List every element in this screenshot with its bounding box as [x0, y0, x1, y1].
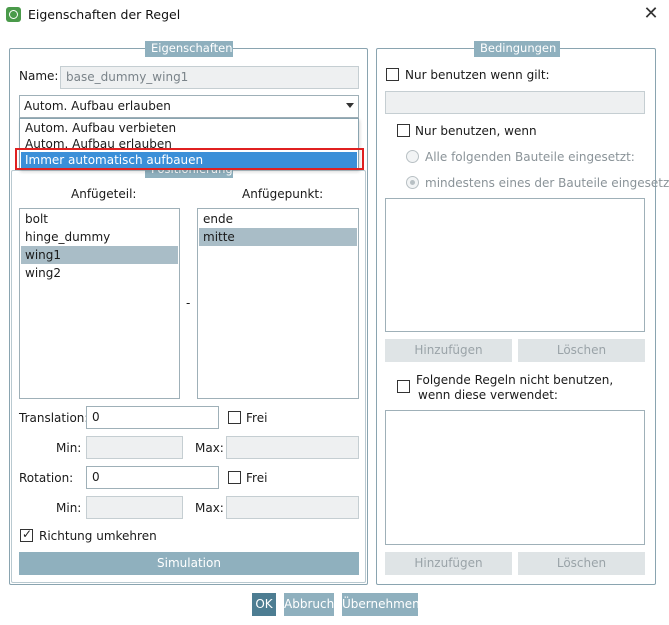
- nur-wenn-gilt-label: Nur benutzen wenn gilt:: [405, 68, 550, 82]
- rotation-min-label: Min:: [56, 501, 82, 515]
- folgende-regeln-line2: wenn diese verwendet:: [418, 388, 558, 402]
- name-label: Name:: [19, 69, 59, 83]
- richtung-checkbox[interactable]: [20, 527, 33, 542]
- mindestens-radio[interactable]: [406, 176, 419, 189]
- list-item[interactable]: mitte: [199, 228, 357, 246]
- list-item[interactable]: bolt: [21, 210, 178, 228]
- list-item[interactable]: hinge_dummy: [21, 228, 178, 246]
- condition-expression-input[interactable]: [385, 91, 645, 114]
- build-mode-selected: Autom. Aufbau erlauben: [24, 99, 171, 113]
- rotation-frei-label: Frei: [246, 471, 268, 485]
- close-icon[interactable]: ✕: [640, 3, 662, 25]
- mindestens-label: mindestens eines der Bauteile eingesetzt…: [425, 176, 669, 190]
- translation-frei-label: Frei: [246, 411, 268, 425]
- nur-wenn-label: Nur benutzen, wenn: [415, 124, 537, 138]
- list-separator: -: [186, 296, 191, 310]
- window-title: Eigenschaften der Regel: [28, 7, 181, 22]
- translation-frei-checkbox[interactable]: [228, 411, 241, 424]
- rules-list[interactable]: [385, 410, 645, 545]
- app-icon: [6, 7, 21, 22]
- option-verbieten[interactable]: Autom. Aufbau verbieten: [21, 120, 357, 136]
- rotation-frei-checkbox[interactable]: [228, 471, 241, 484]
- abbruch-button[interactable]: Abbruch: [284, 593, 334, 616]
- translation-max-input[interactable]: [226, 436, 359, 459]
- anfuegeteil-label: Anfügeteil:: [71, 187, 137, 201]
- highlight-frame: [15, 148, 364, 170]
- rotation-input[interactable]: 0: [86, 466, 219, 489]
- chevron-down-icon[interactable]: [346, 103, 354, 108]
- properties-legend: Eigenschaften: [145, 41, 233, 57]
- rotation-max-label: Max:: [195, 501, 224, 515]
- rotation-max-input[interactable]: [226, 496, 359, 519]
- simulation-button[interactable]: Simulation: [19, 552, 359, 575]
- anfuegepunkt-list[interactable]: ende mitte: [197, 208, 359, 399]
- parts-list[interactable]: [385, 198, 645, 332]
- translation-input[interactable]: 0: [86, 406, 219, 429]
- translation-max-label: Max:: [195, 441, 224, 455]
- list-item[interactable]: ende: [199, 210, 357, 228]
- translation-min-label: Min:: [56, 441, 82, 455]
- translation-min-input[interactable]: [86, 436, 183, 459]
- ok-button[interactable]: OK: [252, 593, 276, 616]
- delete-rule-button[interactable]: Löschen: [518, 552, 645, 575]
- list-item[interactable]: wing2: [21, 264, 178, 282]
- translation-label: Translation:: [19, 411, 89, 425]
- nur-wenn-gilt-checkbox[interactable]: [386, 68, 399, 81]
- add-part-button[interactable]: Hinzufügen: [385, 339, 512, 362]
- richtung-label: Richtung umkehren: [39, 529, 157, 543]
- anfuegeteil-list[interactable]: bolt hinge_dummy wing1 wing2: [19, 208, 180, 399]
- conditions-legend: Bedingungen: [474, 41, 560, 57]
- alle-label: Alle folgenden Bauteile eingesetzt:: [425, 150, 635, 164]
- folgende-regeln-line1: Folgende Regeln nicht benutzen,: [416, 373, 614, 387]
- anfuegepunkt-label: Anfügepunkt:: [242, 187, 324, 201]
- build-mode-select[interactable]: Autom. Aufbau erlauben: [19, 95, 359, 118]
- rotation-min-input[interactable]: [86, 496, 183, 519]
- alle-radio[interactable]: [406, 150, 419, 163]
- rotation-label: Rotation:: [19, 471, 74, 485]
- add-rule-button[interactable]: Hinzufügen: [385, 552, 512, 575]
- uebernehmen-button[interactable]: Übernehmen: [342, 593, 420, 616]
- list-item[interactable]: wing1: [21, 246, 178, 264]
- name-field[interactable]: base_dummy_wing1: [60, 66, 359, 89]
- nur-wenn-checkbox[interactable]: [397, 124, 410, 137]
- title-bar: Eigenschaften der Regel ✕: [0, 0, 669, 30]
- delete-part-button[interactable]: Löschen: [518, 339, 645, 362]
- folgende-regeln-checkbox[interactable]: [397, 380, 410, 393]
